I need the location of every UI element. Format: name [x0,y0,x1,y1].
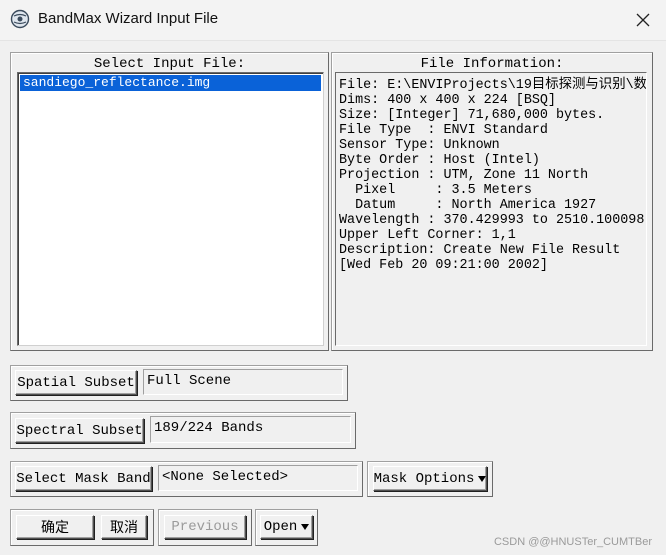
bandmax-dialog: BandMax Wizard Input File Select Input F… [0,0,666,555]
mask-band-value: <None Selected> [158,465,358,491]
input-file-title: Select Input File: [93,56,246,72]
envi-app-icon [10,9,30,29]
info-sensor-type: Sensor Type: Unknown [339,138,500,153]
mask-options-button[interactable]: Mask Options [373,466,487,491]
file-info-title: File Information: [420,56,564,72]
open-button[interactable]: Open [260,515,313,539]
info-file-type: File Type : ENVI Standard [339,123,548,138]
info-size: Size: [Integer] 71,680,000 bytes. [339,108,605,123]
info-pixel: Pixel : 3.5 Meters [339,183,532,198]
spectral-subset-value: 189/224 Bands [150,416,351,443]
close-button[interactable] [620,0,666,40]
list-item[interactable]: sandiego_reflectance.img [20,75,321,91]
info-dims: Dims: 400 x 400 x 224 [BSQ] [339,93,556,108]
window-title: BandMax Wizard Input File [38,10,219,27]
title-bar: BandMax Wizard Input File [0,0,666,41]
info-wavelength: Wavelength : 370.429993 to 2510.100098 N… [339,213,647,228]
open-label: Open [263,519,298,535]
ok-button[interactable]: 确定 [16,515,94,539]
input-file-list[interactable]: sandiego_reflectance.img [17,72,324,346]
select-mask-band-button[interactable]: Select Mask Band [15,466,152,491]
spatial-subset-button[interactable]: Spatial Subset [15,370,137,395]
spectral-subset-button[interactable]: Spectral Subset [15,418,144,443]
watermark: CSDN @@HNUSTer_CUMTBer [493,536,652,548]
info-date: [Wed Feb 20 09:21:00 2002] [339,258,548,273]
previous-button[interactable]: Previous [164,515,246,539]
info-description: Description: Create New File Result [339,243,621,258]
info-upper-left: Upper Left Corner: 1,1 [339,228,516,243]
dropdown-arrow-icon [301,524,310,530]
info-projection: Projection : UTM, Zone 11 North [339,168,589,183]
info-file: File: E:\ENVIProjects\19目标探测与识别\数 [339,78,647,93]
info-byte-order: Byte Order : Host (Intel) [339,153,540,168]
spatial-subset-value: Full Scene [143,369,343,395]
close-icon [636,13,650,27]
cancel-button[interactable]: 取消 [101,515,147,539]
info-datum: Datum : North America 1927 [339,198,597,213]
file-info-text: File: E:\ENVIProjects\19目标探测与识别\数 Dims: … [335,72,647,346]
dropdown-arrow-icon [478,475,487,482]
mask-options-label: Mask Options [373,470,475,487]
